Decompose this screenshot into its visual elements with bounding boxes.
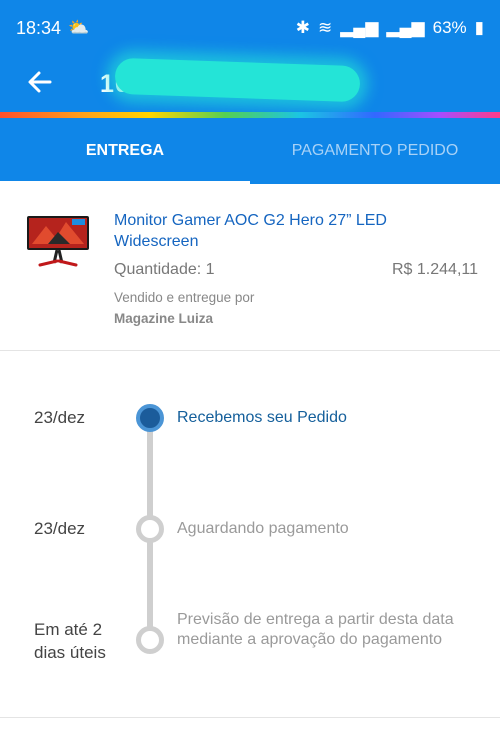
app-bar: 10 940	[0, 56, 500, 112]
product-image	[27, 216, 89, 267]
wifi-icon: ≋	[317, 18, 333, 37]
divider	[0, 717, 500, 718]
arrow-left-icon	[28, 71, 52, 93]
timeline-step-text: Aguardando pagamento	[177, 520, 349, 537]
tab-bar: ENTREGA PAGAMENTO PEDIDO	[0, 118, 500, 184]
timeline-dot-pending	[136, 626, 164, 654]
timeline-date: 23/dez	[34, 519, 86, 538]
signal-icon: ▂▄▆	[386, 18, 425, 37]
timeline-dot-pending	[136, 515, 164, 543]
timeline-dot-done	[136, 404, 164, 432]
product-name[interactable]: Monitor Gamer AOC G2 Hero 27” LED Widesc…	[114, 210, 474, 252]
product-card[interactable]: Monitor Gamer AOC G2 Hero 27” LED Widesc…	[0, 186, 500, 351]
seller-name: Magazine Luiza	[114, 311, 214, 326]
battery-text: 63%	[432, 18, 467, 37]
signal-icon: ▂▄▆	[340, 18, 379, 37]
product-price: R$ 1.244,11	[392, 261, 478, 278]
cloud-sun-icon: ⛅	[68, 18, 90, 37]
status-bar: 18:34 ⛅ ✱ ≋ ▂▄▆ ▂▄▆ 63% ▮	[0, 0, 500, 56]
status-time: 18:34	[16, 18, 62, 38]
status-icons: ✱ ≋ ▂▄▆ ▂▄▆ 63% ▮	[296, 18, 484, 38]
timeline-date: Em até 2 dias úteis	[34, 620, 106, 662]
timeline-step-text: Recebemos seu Pedido	[177, 409, 347, 426]
product-quantity: Quantidade: 1	[114, 261, 215, 278]
delivery-timeline: 23/dez Recebemos seu Pedido 23/dez Aguar…	[0, 351, 500, 717]
timeline-date: 23/dez	[34, 408, 86, 427]
battery-icon: ▮	[474, 18, 484, 37]
back-button[interactable]	[22, 64, 58, 100]
bluetooth-icon: ✱	[295, 18, 310, 37]
tab-entrega[interactable]: ENTREGA	[0, 118, 250, 184]
timeline-step-text: Previsão de entrega a partir desta data …	[177, 611, 454, 648]
tab-pagamento-pedido[interactable]: PAGAMENTO PEDIDO	[250, 118, 500, 184]
sold-by-label: Vendido e entregue por	[114, 290, 255, 305]
